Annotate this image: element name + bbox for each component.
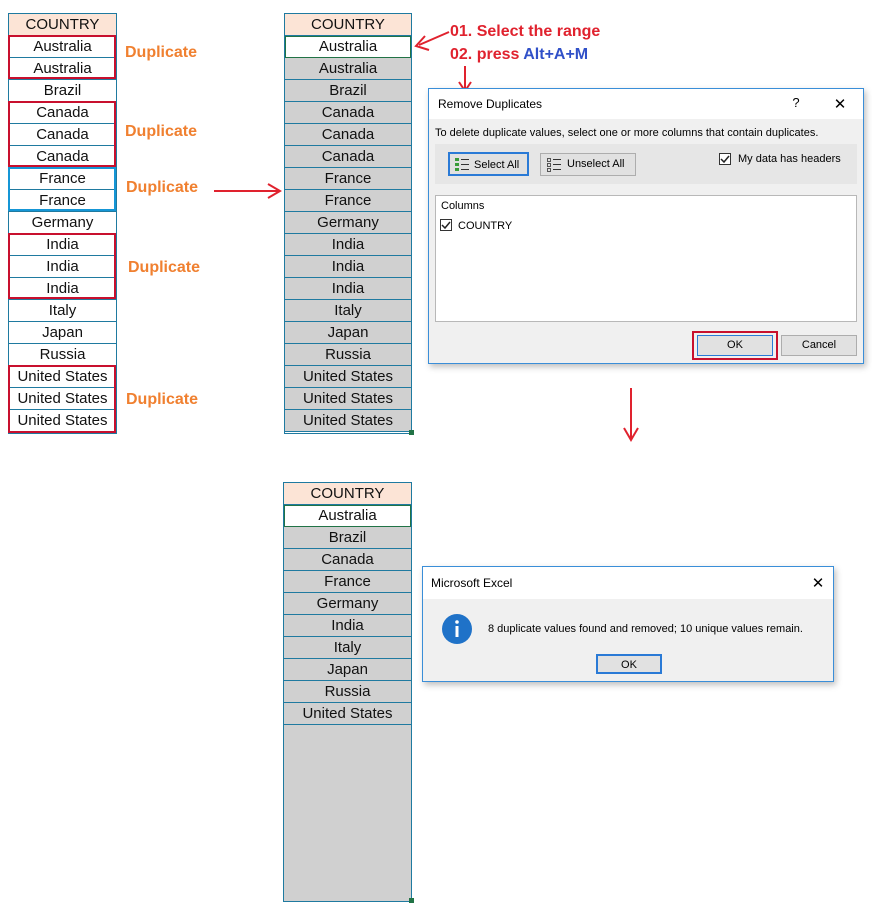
close-button[interactable]: ✕ [831, 95, 849, 113]
selected-country-cell[interactable]: Japan [285, 322, 411, 344]
selected-country-cell[interactable]: Russia [285, 344, 411, 366]
unique-country-cell[interactable]: United States [284, 703, 411, 725]
unique-country-cell[interactable]: France [284, 571, 411, 593]
original-country-cell[interactable]: Germany [9, 212, 116, 234]
unique-country-cell[interactable]: Russia [284, 681, 411, 703]
column-header[interactable]: COUNTRY [284, 483, 411, 505]
remove-duplicates-dialog: Remove Duplicates ? ✕ To delete duplicat… [428, 88, 864, 364]
unselect-all-icon [547, 158, 561, 172]
unique-country-cell[interactable]: India [284, 615, 411, 637]
check-icon [441, 221, 451, 230]
columns-list [435, 195, 857, 322]
selected-country-cell[interactable]: United States [285, 410, 411, 432]
selected-country-cell[interactable]: United States [285, 388, 411, 410]
instruction-step-2: 02. press Alt+A+M [450, 46, 588, 64]
column-country-label[interactable]: COUNTRY [458, 220, 512, 232]
select-all-button[interactable]: Select All [448, 152, 529, 176]
duplicate-label: Duplicate [126, 391, 199, 408]
duplicate-label: Duplicate [128, 259, 201, 276]
cancel-button[interactable]: Cancel [781, 335, 857, 356]
dialog-title: Remove Duplicates [438, 97, 543, 111]
message-text: 8 duplicate values found and removed; 10… [488, 623, 803, 635]
headers-checkbox[interactable] [719, 153, 731, 165]
selected-country-cell[interactable]: Australia [285, 58, 411, 80]
original-country-cell[interactable]: Russia [9, 344, 116, 366]
select-all-icon [455, 158, 469, 171]
selected-country-cell[interactable]: France [285, 190, 411, 212]
selected-country-cell[interactable]: Italy [285, 300, 411, 322]
column-country-checkbox[interactable] [440, 219, 452, 231]
down-arrow-icon [623, 388, 639, 442]
instruction-step-1: 01. Select the range [450, 23, 601, 40]
close-button[interactable]: ✕ [809, 574, 827, 592]
fill-handle[interactable] [409, 898, 414, 903]
selected-country-cell[interactable]: Canada [285, 146, 411, 168]
select-all-label: Select All [474, 159, 520, 171]
excel-message-dialog: Microsoft Excel ✕ 8 duplicate values fou… [422, 566, 834, 682]
original-country-cell[interactable]: Japan [9, 322, 116, 344]
selected-country-cell[interactable]: India [285, 256, 411, 278]
help-button[interactable]: ? [789, 95, 803, 110]
check-icon [720, 155, 730, 164]
selected-country-cell[interactable]: India [285, 234, 411, 256]
duplicate-label: Duplicate [126, 179, 199, 196]
duplicate-group-canada [8, 101, 116, 167]
selected-country-cell[interactable]: Canada [285, 102, 411, 124]
duplicate-group-united-states [8, 365, 116, 433]
shortcut-keys: Alt+A+M [523, 46, 589, 63]
duplicate-label: Duplicate [125, 44, 198, 61]
columns-label: Columns [441, 200, 485, 212]
message-title: Microsoft Excel [431, 576, 513, 590]
headers-checkbox-label[interactable]: My data has headers [738, 153, 841, 165]
original-country-cell[interactable]: Brazil [9, 80, 116, 102]
unique-country-cell[interactable]: Brazil [284, 527, 411, 549]
selected-country-cell[interactable]: Brazil [285, 80, 411, 102]
unique-country-cell[interactable]: Italy [284, 637, 411, 659]
original-country-cell[interactable]: Italy [9, 300, 116, 322]
unique-country-cell[interactable]: Germany [284, 593, 411, 615]
selected-country-cell[interactable]: United States [285, 366, 411, 388]
result-country-column: COUNTRY Australia Brazil Canada France Germa… [283, 482, 412, 902]
instruction-step-2-prefix: 02. press [450, 46, 524, 63]
right-arrow-icon [214, 183, 282, 199]
duplicate-group-australia [8, 35, 116, 79]
left-arrow-icon [414, 31, 450, 51]
info-icon [442, 614, 472, 644]
duplicate-group-france [8, 167, 116, 211]
selected-country-cell[interactable]: Germany [285, 212, 411, 234]
column-header[interactable]: COUNTRY [9, 14, 116, 36]
selected-country-cell[interactable]: France [285, 168, 411, 190]
selected-country-cell[interactable]: India [285, 278, 411, 300]
unique-country-cell[interactable]: Canada [284, 549, 411, 571]
duplicate-label: Duplicate [125, 123, 198, 140]
unique-country-cell[interactable]: Japan [284, 659, 411, 681]
unique-country-cell[interactable]: Australia [284, 505, 411, 527]
selected-country-column: COUNTRY Australia Australia Brazil Canada Ca… [284, 13, 412, 434]
unselect-all-label: Unselect All [567, 158, 625, 170]
ok-button[interactable]: OK [697, 335, 773, 356]
selected-country-cell[interactable]: Australia [285, 36, 411, 58]
message-ok-button[interactable]: OK [596, 654, 662, 674]
column-header[interactable]: COUNTRY [285, 14, 411, 36]
unselect-all-button[interactable]: Unselect All [540, 153, 636, 176]
selected-country-cell[interactable]: Canada [285, 124, 411, 146]
dialog-description: To delete duplicate values, select one o… [435, 127, 819, 139]
fill-handle[interactable] [409, 430, 414, 435]
duplicate-group-india [8, 233, 116, 299]
